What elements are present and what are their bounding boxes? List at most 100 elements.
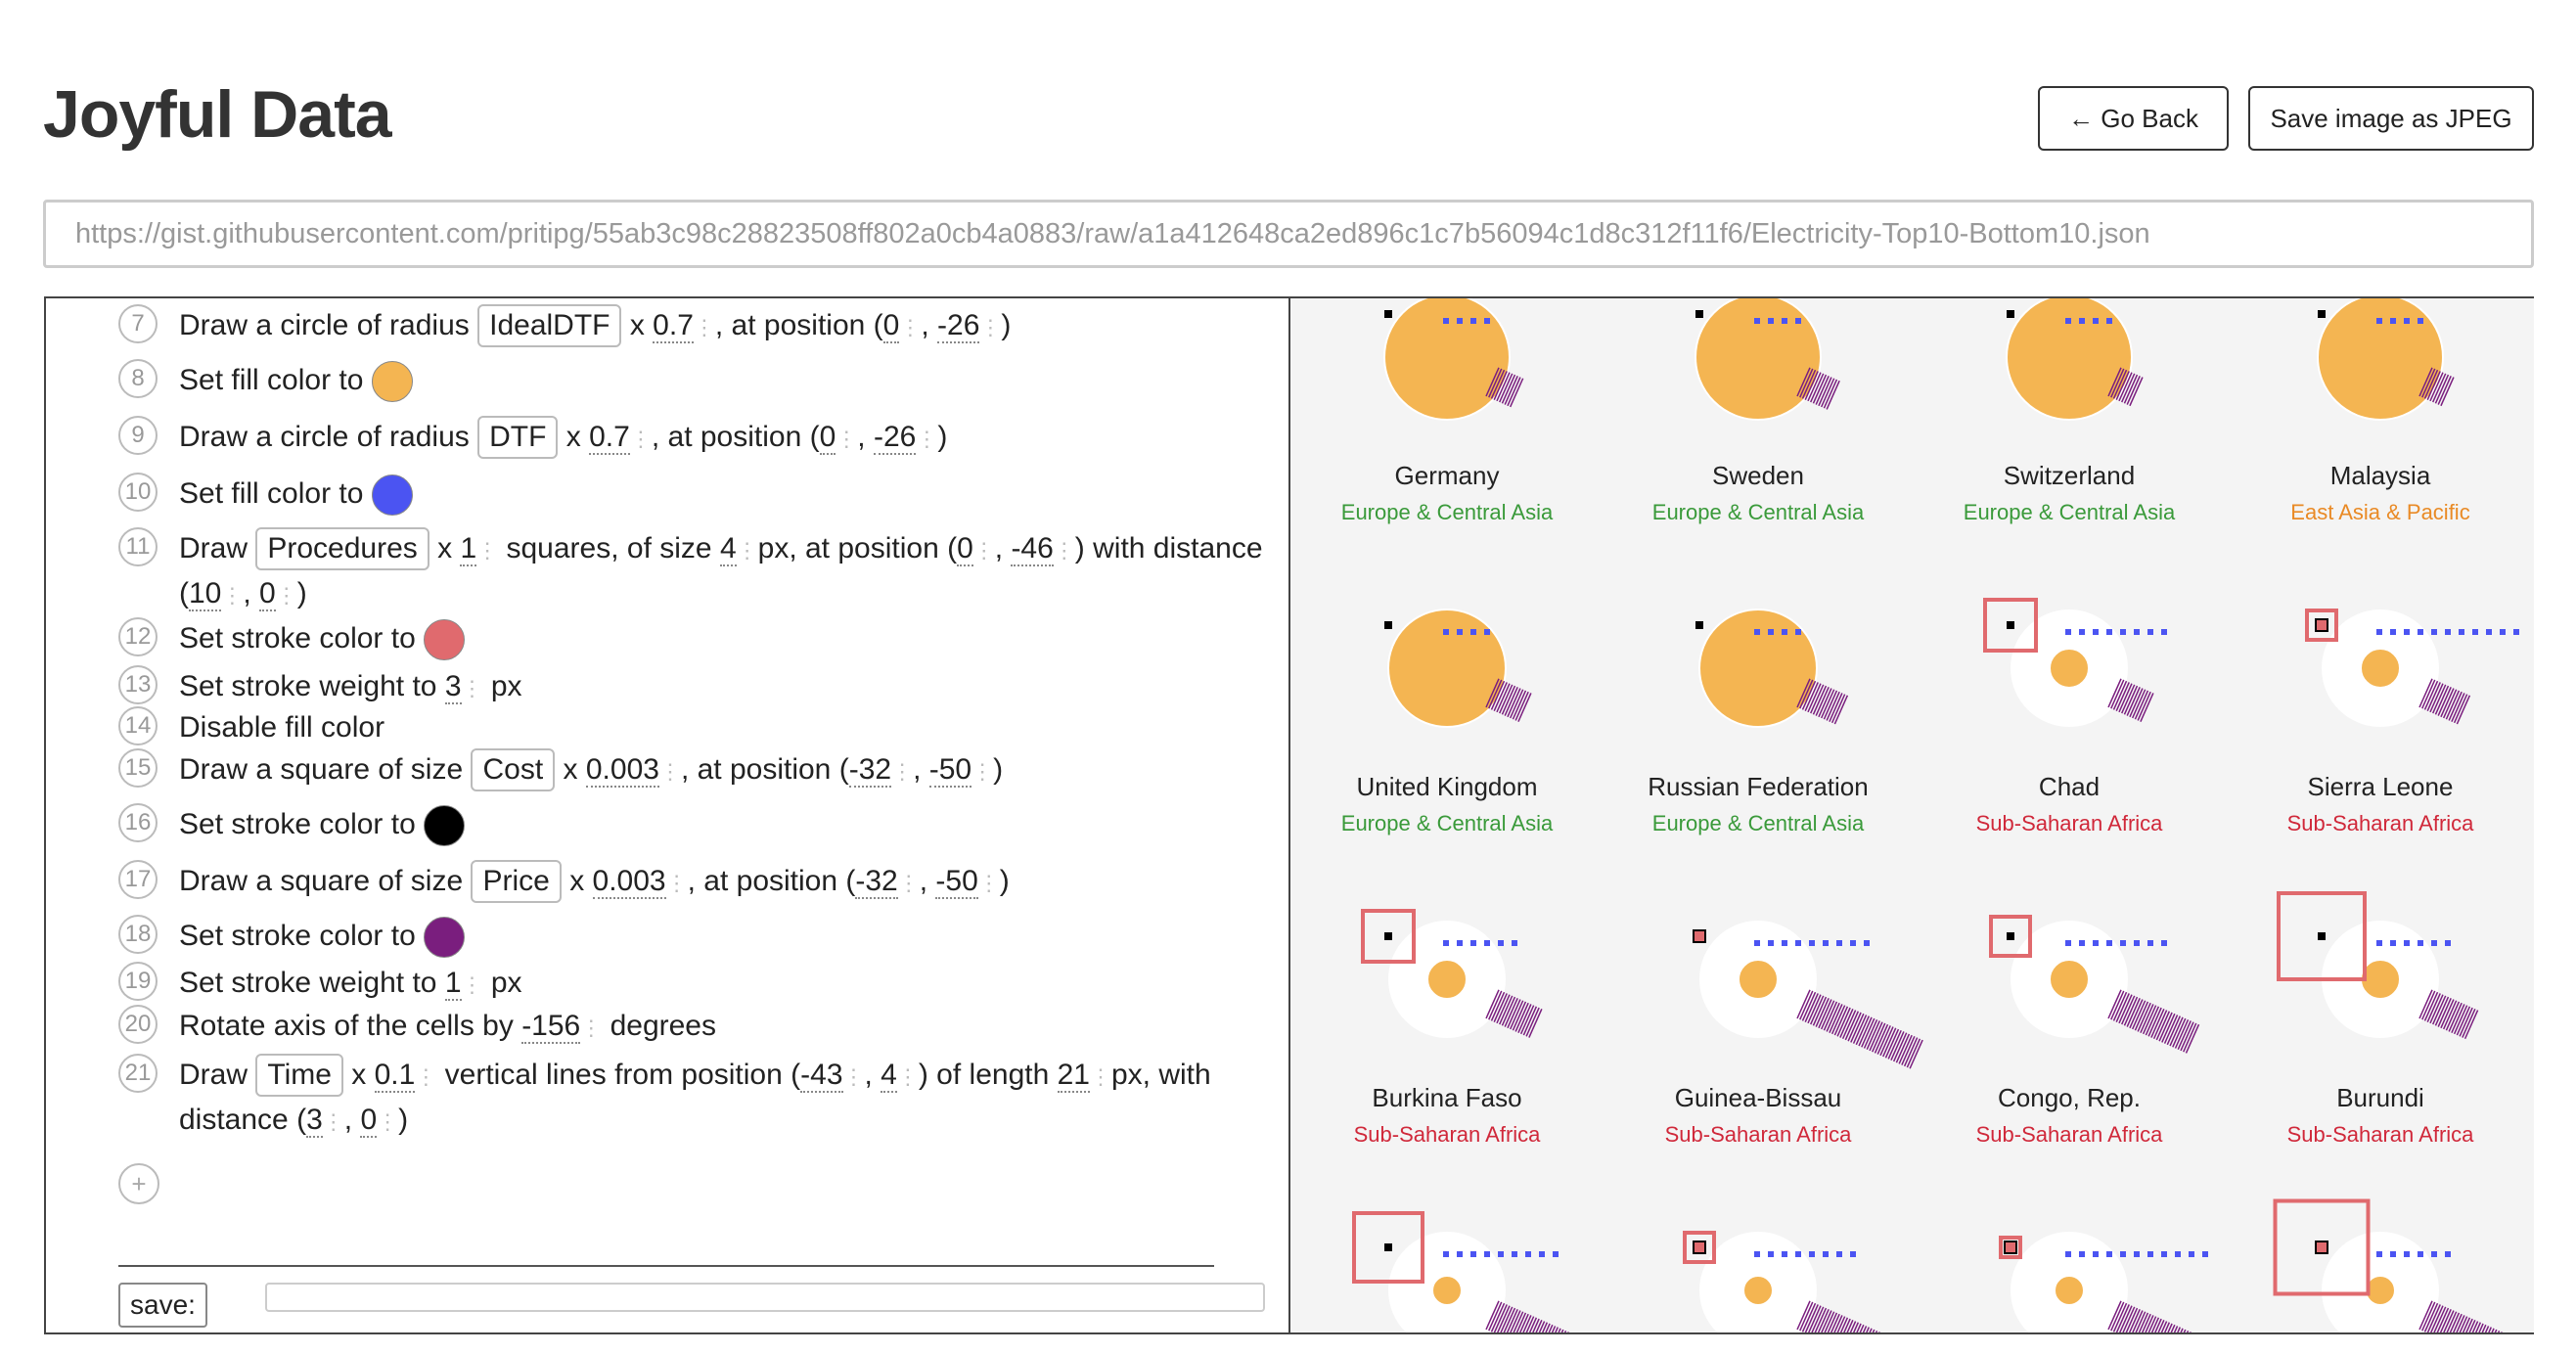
field-chip[interactable]: Cost bbox=[471, 748, 556, 791]
drag-handle-icon[interactable]: ⋮ bbox=[972, 759, 993, 784]
drag-handle-icon[interactable]: ⋮ bbox=[916, 427, 937, 451]
color-swatch[interactable] bbox=[424, 619, 466, 661]
drag-handle-icon[interactable]: ⋮ bbox=[377, 1109, 398, 1134]
drag-handle-icon[interactable]: ⋮ bbox=[973, 538, 995, 563]
value-input[interactable]: 0 bbox=[259, 577, 276, 611]
drag-handle-icon[interactable]: ⋮ bbox=[415, 1064, 436, 1089]
save-button[interactable]: save: bbox=[118, 1283, 207, 1328]
country-name: Chad bbox=[2039, 772, 2100, 801]
value-input[interactable]: -50 bbox=[928, 753, 972, 788]
procedure-dot bbox=[1864, 940, 1870, 946]
drag-handle-icon[interactable]: ⋮ bbox=[978, 871, 1000, 895]
value-input[interactable]: 0.003 bbox=[585, 753, 659, 788]
procedure-dot bbox=[1795, 940, 1801, 946]
save-jpeg-button[interactable]: Save image as JPEG bbox=[2248, 86, 2534, 151]
value-input[interactable]: -26 bbox=[873, 421, 917, 455]
value-input[interactable]: -32 bbox=[855, 865, 898, 899]
value-input[interactable]: 3 bbox=[306, 1104, 323, 1138]
value-input[interactable]: 4 bbox=[719, 532, 737, 566]
step-text: ) bbox=[993, 753, 1004, 786]
drag-handle-icon[interactable]: ⋮ bbox=[476, 538, 498, 563]
time-hatch bbox=[2418, 989, 2479, 1040]
drag-handle-icon[interactable]: ⋮ bbox=[1090, 1064, 1111, 1089]
value-input[interactable]: 0 bbox=[819, 421, 836, 455]
procedure-dot bbox=[1443, 629, 1449, 635]
field-chip[interactable]: IdealDTF bbox=[477, 304, 622, 347]
color-swatch[interactable] bbox=[371, 361, 413, 403]
value-input[interactable]: 21 bbox=[1057, 1059, 1090, 1093]
color-swatch[interactable] bbox=[371, 474, 413, 517]
drag-handle-icon[interactable]: ⋮ bbox=[323, 1109, 344, 1134]
procedure-dot bbox=[2079, 629, 2085, 635]
procedure-dot bbox=[1754, 629, 1760, 635]
procedure-dot bbox=[2147, 1251, 2153, 1257]
value-input[interactable]: -46 bbox=[1011, 532, 1054, 566]
drag-handle-icon[interactable]: ⋮ bbox=[1054, 538, 1075, 563]
value-input[interactable]: -26 bbox=[937, 309, 980, 343]
country-region: Europe & Central Asia bbox=[1964, 500, 2176, 524]
drag-handle-icon[interactable]: ⋮ bbox=[221, 583, 243, 608]
procedure-dot bbox=[1470, 318, 1476, 324]
color-swatch[interactable] bbox=[424, 805, 466, 847]
value-input[interactable]: 0.003 bbox=[592, 865, 666, 899]
drag-handle-icon[interactable]: ⋮ bbox=[580, 1016, 602, 1040]
field-chip[interactable]: Time bbox=[255, 1054, 343, 1097]
step-text: Draw bbox=[179, 1059, 249, 1091]
drag-handle-icon[interactable]: ⋮ bbox=[630, 427, 652, 451]
value-input[interactable]: 0.1 bbox=[374, 1059, 416, 1093]
dtf-circle bbox=[2006, 298, 2133, 421]
value-input[interactable]: 4 bbox=[881, 1059, 897, 1093]
value-input[interactable]: 0 bbox=[957, 532, 973, 566]
drag-handle-icon[interactable]: ⋮ bbox=[836, 427, 857, 451]
time-hatch bbox=[2418, 1300, 2503, 1332]
procedure-dot bbox=[1836, 940, 1842, 946]
drag-handle-icon[interactable]: ⋮ bbox=[462, 972, 483, 997]
drag-handle-icon[interactable]: ⋮ bbox=[694, 315, 715, 339]
procedure-dot bbox=[1850, 940, 1856, 946]
value-input[interactable]: -32 bbox=[848, 753, 892, 788]
value-input[interactable]: 0.7 bbox=[589, 421, 630, 455]
field-chip[interactable]: DTF bbox=[477, 416, 559, 459]
value-input[interactable]: 0 bbox=[360, 1104, 378, 1138]
add-step-button[interactable]: + bbox=[118, 1163, 159, 1204]
country-glyph bbox=[1361, 909, 1543, 1038]
drag-handle-icon[interactable]: ⋮ bbox=[897, 1064, 919, 1089]
value-input[interactable]: 0.7 bbox=[653, 309, 694, 343]
procedure-dot bbox=[2189, 1251, 2194, 1257]
country-glyph bbox=[1384, 609, 1532, 728]
drag-handle-icon[interactable]: ⋮ bbox=[666, 871, 688, 895]
drag-handle-icon[interactable]: ⋮ bbox=[276, 583, 297, 608]
step-number: 21 bbox=[118, 1054, 158, 1093]
value-input[interactable]: -156 bbox=[521, 1010, 581, 1044]
procedure-dot bbox=[2445, 1251, 2451, 1257]
procedure-dot bbox=[2106, 1251, 2112, 1257]
value-input[interactable]: 10 bbox=[189, 577, 222, 611]
drag-handle-icon[interactable]: ⋮ bbox=[462, 676, 483, 700]
drag-handle-icon[interactable]: ⋮ bbox=[891, 759, 913, 784]
drag-handle-icon[interactable]: ⋮ bbox=[843, 1064, 865, 1089]
data-url-input[interactable]: https://gist.githubusercontent.com/priti… bbox=[43, 200, 2534, 268]
procedure-dot bbox=[2418, 1251, 2423, 1257]
go-back-button[interactable]: ← Go Back bbox=[2038, 86, 2229, 151]
country-glyph bbox=[1383, 298, 1524, 421]
save-name-input[interactable] bbox=[265, 1283, 1265, 1312]
value-input[interactable]: -43 bbox=[800, 1059, 843, 1093]
drag-handle-icon[interactable]: ⋮ bbox=[737, 538, 758, 563]
drag-handle-icon[interactable]: ⋮ bbox=[979, 315, 1001, 339]
value-input[interactable]: 3 bbox=[444, 670, 462, 704]
procedure-dot bbox=[2390, 1251, 2396, 1257]
country-name: Switzerland bbox=[2004, 461, 2135, 490]
drag-handle-icon[interactable]: ⋮ bbox=[659, 759, 681, 784]
step-text: px bbox=[490, 967, 522, 999]
drag-handle-icon[interactable]: ⋮ bbox=[898, 871, 920, 895]
value-input[interactable]: 1 bbox=[444, 967, 462, 1001]
value-input[interactable]: 0 bbox=[882, 309, 900, 343]
value-input[interactable]: 1 bbox=[460, 532, 477, 566]
drag-handle-icon[interactable]: ⋮ bbox=[899, 315, 921, 339]
country-glyph bbox=[2277, 891, 2479, 1040]
color-swatch[interactable] bbox=[424, 917, 466, 959]
field-chip[interactable]: Procedures bbox=[255, 527, 429, 570]
time-hatch bbox=[1796, 989, 1923, 1069]
value-input[interactable]: -50 bbox=[935, 865, 978, 899]
field-chip[interactable]: Price bbox=[471, 860, 562, 903]
